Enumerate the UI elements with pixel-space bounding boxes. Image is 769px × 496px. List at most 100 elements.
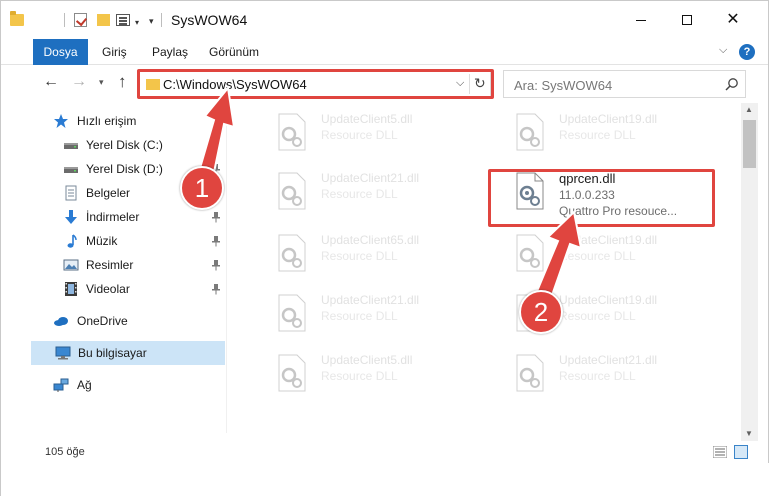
sidebar-item-network[interactable]: Ağ — [1, 373, 225, 397]
search-box[interactable]: Ara: SysWOW64 — [503, 70, 746, 98]
drive-icon — [64, 167, 78, 173]
sidebar-item-onedrive[interactable]: OneDrive — [1, 309, 225, 333]
scroll-thumb[interactable] — [743, 120, 756, 168]
network-icon — [53, 378, 69, 392]
forward-arrow-icon[interactable]: → — [71, 73, 87, 91]
sidebar-item-label: Hızlı erişim — [77, 114, 137, 128]
tab-file[interactable]: Dosya — [33, 39, 88, 65]
dll-file-icon — [516, 354, 544, 392]
drive-icon — [64, 143, 78, 149]
bottom-margin — [1, 463, 769, 496]
file-name: UpdateClient5.dll — [321, 353, 413, 367]
file-name: UpdateClient21.dll — [321, 171, 420, 185]
scroll-down-icon[interactable]: ▼ — [745, 429, 753, 438]
sidebar-item-music[interactable]: Müzik — [1, 229, 225, 253]
file-description: Resource DLL — [559, 128, 636, 142]
vertical-scrollbar[interactable]: ▲ ▼ — [741, 103, 758, 441]
file-description: Resource DLL — [559, 369, 636, 383]
search-icon[interactable] — [725, 77, 739, 91]
sidebar-item-label: Resimler — [86, 258, 134, 272]
sidebar-item-disk-c[interactable]: Yerel Disk (C:) — [1, 133, 225, 157]
search-input[interactable]: Ara: SysWOW64 — [514, 78, 612, 93]
sidebar-item-quick-access[interactable]: Hızlı erişim — [1, 109, 225, 133]
list-item[interactable]: UpdateClient5.dll Resource DLL — [251, 347, 451, 399]
file-name: UpdateClient65.dll — [321, 233, 420, 247]
file-description: Resource DLL — [321, 309, 398, 323]
list-item[interactable]: UpdateClient19.dll Resource DLL — [489, 227, 689, 279]
list-item[interactable]: UpdateClient19.dll Resource DLL — [489, 106, 689, 158]
pin-icon[interactable] — [211, 235, 221, 247]
dll-file-icon — [278, 113, 306, 151]
tab-home[interactable]: Giriş — [102, 39, 127, 65]
address-bar-highlight — [137, 69, 494, 99]
help-icon[interactable]: ? — [739, 44, 755, 60]
pin-icon[interactable] — [211, 139, 221, 151]
toolbar-separator — [161, 13, 162, 27]
properties-checkmark-icon[interactable] — [74, 13, 87, 27]
file-description: Resource DLL — [559, 249, 636, 263]
navigation-bar: ← → ▾ ↑ C:\Windows\SysWOW64 ⌵ ↻ Ara: Sys… — [1, 65, 768, 103]
file-highlight — [488, 169, 715, 227]
customize-view-icon[interactable] — [116, 14, 130, 26]
pin-icon[interactable] — [211, 259, 221, 271]
tab-view[interactable]: Görünüm — [209, 39, 259, 65]
sidebar-item-label: İndirmeler — [86, 210, 140, 224]
file-description: Resource DLL — [321, 128, 398, 142]
dll-file-icon — [278, 294, 306, 332]
sidebar-item-label: Belgeler — [86, 186, 131, 200]
tab-share[interactable]: Paylaş — [152, 39, 188, 65]
pin-icon[interactable] — [211, 211, 221, 223]
dll-file-icon — [278, 354, 306, 392]
file-name: UpdateClient19.dll — [559, 233, 658, 247]
sidebar-item-videos[interactable]: Videolar — [1, 277, 225, 301]
star-icon — [54, 114, 68, 128]
minimize-button[interactable] — [618, 1, 664, 39]
file-name: UpdateClient19.dll — [559, 293, 658, 307]
dll-file-icon — [278, 234, 306, 272]
sidebar-item-this-pc[interactable]: Bu bilgisayar — [31, 341, 225, 365]
maximize-icon — [682, 15, 692, 25]
sidebar-item-downloads[interactable]: İndirmeler — [1, 205, 225, 229]
item-count: 105 öğe — [45, 446, 85, 458]
scroll-up-icon[interactable]: ▲ — [745, 105, 753, 114]
up-arrow-icon[interactable]: ↑ — [118, 72, 127, 92]
file-description: Resource DLL — [321, 369, 398, 383]
list-item[interactable]: UpdateClient65.dll Resource DLL — [251, 227, 451, 279]
maximize-button[interactable] — [664, 1, 710, 39]
file-description: Resource DLL — [559, 309, 636, 323]
list-item[interactable]: UpdateClient21.dll Resource DLL — [251, 165, 451, 217]
ribbon-tabs: Dosya Giriş Paylaş Görünüm ⌵ ? — [1, 39, 768, 65]
step-1-badge: 1 — [180, 166, 224, 210]
window-title: SysWOW64 — [171, 12, 248, 28]
file-name: UpdateClient19.dll — [559, 112, 658, 126]
list-item[interactable]: UpdateClient21.dll Resource DLL — [251, 287, 451, 339]
expand-ribbon-icon[interactable]: ⌵ — [719, 44, 727, 57]
tiles-view-icon[interactable] — [734, 445, 748, 459]
chevron-down-icon[interactable]: ▾ — [135, 18, 139, 27]
dll-file-icon — [516, 234, 544, 272]
title-bar: ▾ ▾ SysWOW64 ✕ — [1, 1, 768, 39]
back-arrow-icon[interactable]: ← — [43, 73, 59, 91]
file-name: UpdateClient21.dll — [321, 293, 420, 307]
sidebar-item-label: Ağ — [77, 378, 92, 392]
sidebar-item-pictures[interactable]: Resimler — [1, 253, 225, 277]
pin-icon[interactable] — [211, 283, 221, 295]
new-folder-icon[interactable] — [97, 14, 110, 26]
status-bar: 105 öğe — [1, 441, 768, 463]
sidebar-item-label: Yerel Disk (C:) — [86, 138, 163, 152]
details-view-icon[interactable] — [713, 446, 727, 458]
recent-locations-icon[interactable]: ▾ — [99, 77, 104, 88]
pictures-icon — [63, 259, 79, 271]
video-icon — [65, 282, 77, 296]
file-description: Resource DLL — [321, 249, 398, 263]
file-name: UpdateClient21.dll — [559, 353, 658, 367]
quick-access-dropdown-icon[interactable]: ▾ — [149, 16, 154, 27]
list-item[interactable]: UpdateClient5.dll Resource DLL — [251, 106, 451, 158]
close-button[interactable]: ✕ — [710, 1, 756, 39]
navigation-pane: Hızlı erişim Yerel Disk (C:) Yerel Disk … — [1, 103, 227, 433]
toolbar-separator — [64, 13, 65, 27]
file-name: UpdateClient5.dll — [321, 112, 413, 126]
list-item[interactable]: UpdateClient21.dll Resource DLL — [489, 347, 689, 399]
cloud-icon — [54, 317, 68, 326]
sidebar-item-label: OneDrive — [77, 314, 128, 328]
